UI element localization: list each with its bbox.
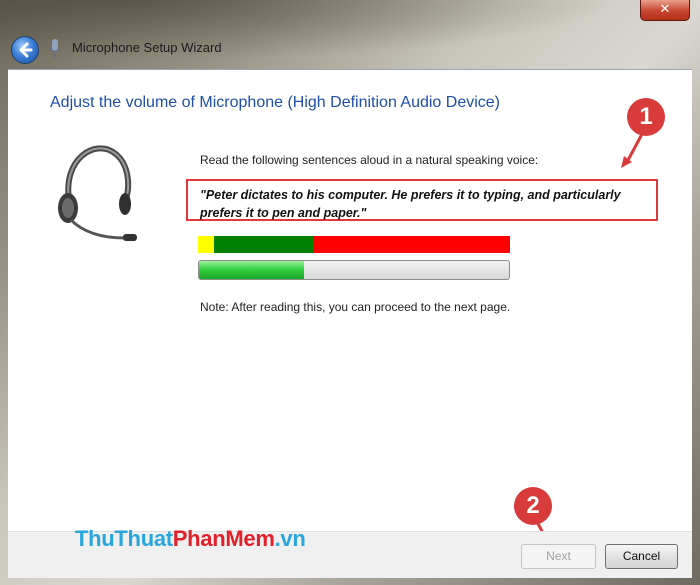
instruction-text: Read the following sentences aloud in a … bbox=[200, 153, 539, 167]
window-title: Microphone Setup Wizard bbox=[72, 40, 222, 55]
back-arrow-icon bbox=[19, 42, 33, 58]
level-segment-yellow bbox=[198, 236, 214, 253]
back-button[interactable] bbox=[11, 36, 39, 64]
progress-fill bbox=[199, 261, 305, 279]
level-segment-red bbox=[313, 236, 510, 253]
watermark-part-3: .vn bbox=[274, 526, 306, 551]
headset-icon bbox=[58, 145, 137, 241]
page-heading: Adjust the volume of Microphone (High De… bbox=[50, 94, 501, 111]
read-aloud-sentence: "Peter dictates to his computer. He pref… bbox=[200, 188, 621, 220]
level-segment-green bbox=[213, 236, 314, 253]
close-button[interactable]: ✕ bbox=[640, 0, 690, 21]
watermark-part-1: ThuThuat bbox=[75, 526, 173, 551]
watermark: ThuThuatPhanMem.vn bbox=[75, 526, 306, 552]
volume-level-meter bbox=[198, 236, 510, 253]
watermark-part-2: PhanMem bbox=[172, 526, 275, 551]
input-level-progress-bar bbox=[198, 260, 510, 280]
next-button[interactable]: Next bbox=[521, 544, 596, 569]
note-text: Note: After reading this, you can procee… bbox=[200, 300, 511, 314]
callout-1: 1 bbox=[627, 98, 665, 136]
frame-shade bbox=[0, 0, 700, 70]
callout-1-arrow-icon bbox=[621, 133, 644, 168]
microphone-icon bbox=[49, 39, 61, 58]
cancel-button[interactable]: Cancel bbox=[605, 544, 678, 569]
